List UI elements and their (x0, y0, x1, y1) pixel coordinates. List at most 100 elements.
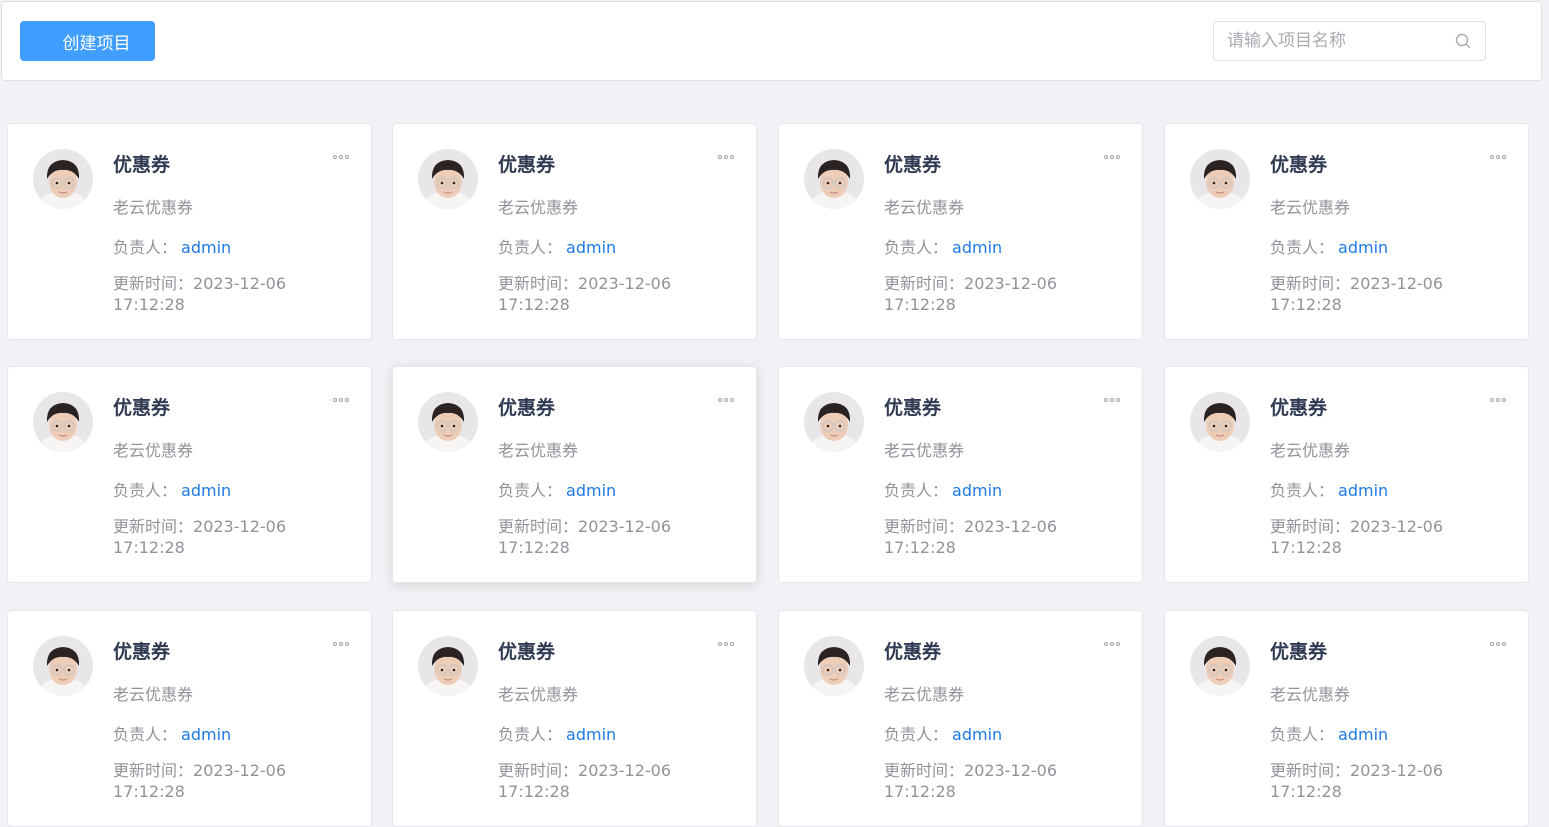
owner-link[interactable]: admin (566, 725, 616, 744)
updated-date: 2023-12-06 (1350, 274, 1443, 293)
create-project-button[interactable]: 创建项目 (20, 21, 155, 61)
card-description: 老云优惠券 (498, 198, 579, 217)
card-owner: 负责人： admin (498, 477, 616, 501)
project-card[interactable]: 优惠券 老云优惠券 负责人： admin 更新时间：2023-12-06 17:12… (1164, 610, 1529, 827)
card-updated: 更新时间：2023-12-06 17:12:28 (113, 516, 313, 558)
project-card[interactable]: 优惠券 老云优惠券 负责人： admin 更新时间：2023-12-06 17:12… (392, 610, 757, 827)
owner-link[interactable]: admin (181, 481, 231, 500)
more-options-icon[interactable] (717, 153, 735, 161)
updated-time: 17:12:28 (1270, 295, 1342, 314)
more-options-icon[interactable] (717, 640, 735, 648)
card-updated: 更新时间：2023-12-06 17:12:28 (1270, 760, 1470, 802)
card-owner: 负责人： admin (498, 234, 616, 258)
updated-label: 更新时间： (498, 274, 579, 293)
project-card[interactable]: 优惠券 老云优惠券 负责人： admin 更新时间：2023-12-06 17:12… (7, 123, 372, 340)
updated-date: 2023-12-06 (578, 274, 671, 293)
card-owner: 负责人： admin (113, 477, 231, 501)
updated-label: 更新时间： (498, 761, 579, 780)
project-card[interactable]: 优惠券 老云优惠券 负责人： admin 更新时间：2023-12-06 17:12… (7, 366, 372, 583)
owner-label: 负责人： (1270, 725, 1335, 744)
card-owner: 负责人： admin (1270, 234, 1388, 258)
card-title: 优惠券 (1270, 397, 1328, 419)
card-updated: 更新时间：2023-12-06 17:12:28 (884, 273, 1084, 315)
card-owner: 负责人： admin (1270, 721, 1388, 745)
card-updated: 更新时间：2023-12-06 17:12:28 (113, 760, 313, 802)
card-title: 优惠券 (884, 154, 942, 176)
updated-date: 2023-12-06 (964, 761, 1057, 780)
updated-time: 17:12:28 (884, 538, 956, 557)
avatar (804, 392, 864, 452)
card-title: 优惠券 (884, 641, 942, 663)
owner-link[interactable]: admin (181, 725, 231, 744)
updated-label: 更新时间： (884, 274, 965, 293)
card-description: 老云优惠券 (884, 198, 965, 217)
owner-label: 负责人： (113, 481, 178, 500)
owner-link[interactable]: admin (181, 238, 231, 257)
owner-label: 负责人： (1270, 481, 1335, 500)
card-title: 优惠券 (113, 154, 171, 176)
more-options-icon[interactable] (332, 396, 350, 404)
more-options-icon[interactable] (332, 153, 350, 161)
card-title: 优惠券 (113, 397, 171, 419)
card-updated: 更新时间：2023-12-06 17:12:28 (498, 760, 698, 802)
card-description: 老云优惠券 (884, 685, 965, 704)
project-card[interactable]: 优惠券 老云优惠券 负责人： admin 更新时间：2023-12-06 17:12… (778, 366, 1143, 583)
card-updated: 更新时间：2023-12-06 17:12:28 (498, 273, 698, 315)
updated-label: 更新时间： (884, 761, 965, 780)
owner-label: 负责人： (884, 481, 949, 500)
more-options-icon[interactable] (332, 640, 350, 648)
more-options-icon[interactable] (1103, 640, 1121, 648)
search-box[interactable] (1213, 21, 1486, 61)
project-card[interactable]: 优惠券 老云优惠券 负责人： admin 更新时间：2023-12-06 17:12… (7, 610, 372, 827)
project-card[interactable]: 优惠券 老云优惠券 负责人： admin 更新时间：2023-12-06 17:12… (392, 366, 757, 583)
updated-date: 2023-12-06 (193, 274, 286, 293)
card-title: 优惠券 (498, 154, 556, 176)
project-card[interactable]: 优惠券 老云优惠券 负责人： admin 更新时间：2023-12-06 17:12… (778, 610, 1143, 827)
project-card[interactable]: 优惠券 老云优惠券 负责人： admin 更新时间：2023-12-06 17:12… (1164, 123, 1529, 340)
owner-label: 负责人： (1270, 238, 1335, 257)
updated-date: 2023-12-06 (578, 517, 671, 536)
card-owner: 负责人： admin (113, 721, 231, 745)
more-options-icon[interactable] (1103, 396, 1121, 404)
owner-link[interactable]: admin (1338, 725, 1388, 744)
search-input[interactable] (1214, 22, 1444, 60)
card-title: 优惠券 (884, 397, 942, 419)
search-icon[interactable] (1455, 33, 1471, 49)
avatar (804, 636, 864, 696)
project-card[interactable]: 优惠券 老云优惠券 负责人： admin 更新时间：2023-12-06 17:12… (778, 123, 1143, 340)
updated-time: 17:12:28 (113, 538, 185, 557)
owner-link[interactable]: admin (952, 238, 1002, 257)
updated-label: 更新时间： (498, 517, 579, 536)
updated-label: 更新时间： (1270, 761, 1351, 780)
updated-time: 17:12:28 (1270, 782, 1342, 801)
more-options-icon[interactable] (1489, 153, 1507, 161)
owner-label: 负责人： (113, 725, 178, 744)
updated-date: 2023-12-06 (1350, 517, 1443, 536)
owner-link[interactable]: admin (1338, 481, 1388, 500)
owner-link[interactable]: admin (566, 238, 616, 257)
card-owner: 负责人： admin (113, 234, 231, 258)
card-description: 老云优惠券 (113, 441, 194, 460)
more-options-icon[interactable] (1103, 153, 1121, 161)
avatar (1190, 392, 1250, 452)
owner-link[interactable]: admin (952, 481, 1002, 500)
project-card[interactable]: 优惠券 老云优惠券 负责人： admin 更新时间：2023-12-06 17:12… (1164, 366, 1529, 583)
avatar (418, 392, 478, 452)
owner-link[interactable]: admin (952, 725, 1002, 744)
owner-label: 负责人： (498, 725, 563, 744)
owner-link[interactable]: admin (566, 481, 616, 500)
card-description: 老云优惠券 (498, 685, 579, 704)
more-options-icon[interactable] (1489, 640, 1507, 648)
updated-label: 更新时间： (113, 517, 194, 536)
avatar (33, 149, 93, 209)
owner-label: 负责人： (884, 725, 949, 744)
avatar (418, 636, 478, 696)
updated-date: 2023-12-06 (1350, 761, 1443, 780)
project-card[interactable]: 优惠券 老云优惠券 负责人： admin 更新时间：2023-12-06 17:12… (392, 123, 757, 340)
owner-link[interactable]: admin (1338, 238, 1388, 257)
card-title: 优惠券 (498, 397, 556, 419)
more-options-icon[interactable] (1489, 396, 1507, 404)
updated-time: 17:12:28 (884, 295, 956, 314)
more-options-icon[interactable] (717, 396, 735, 404)
card-updated: 更新时间：2023-12-06 17:12:28 (884, 516, 1084, 558)
